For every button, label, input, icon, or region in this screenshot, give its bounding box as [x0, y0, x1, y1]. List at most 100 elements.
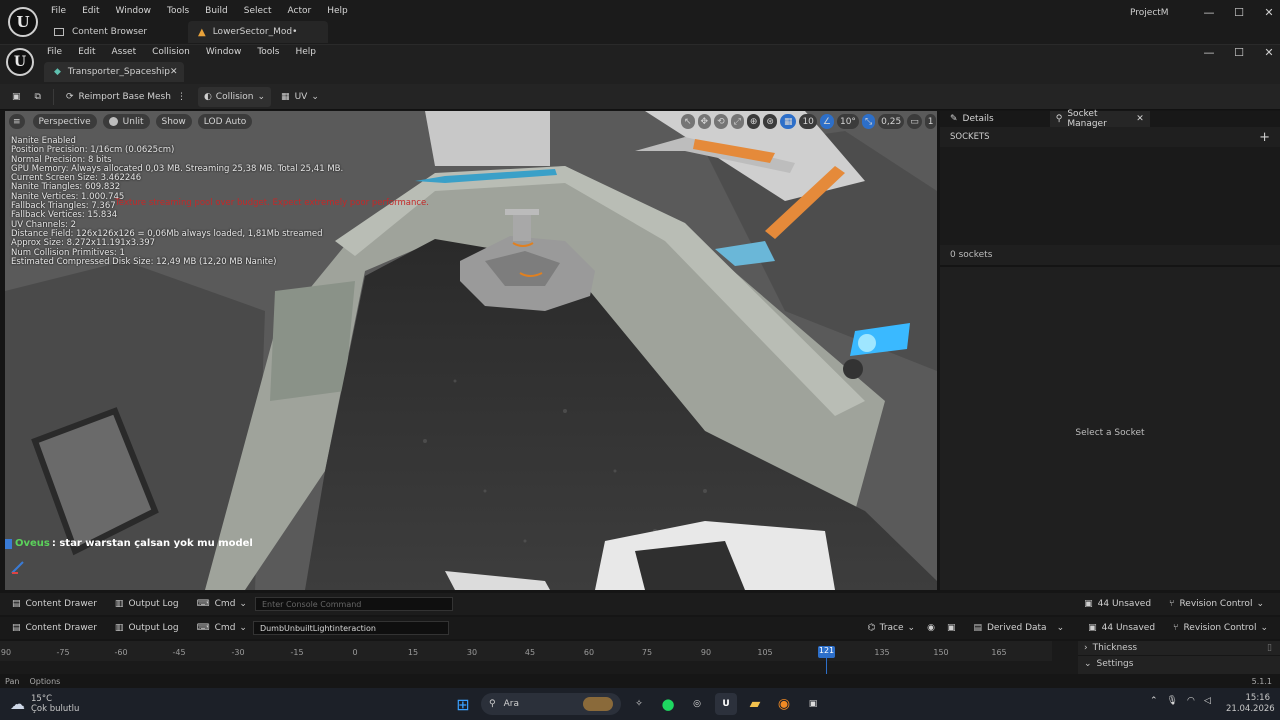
- close-icon[interactable]: ✕: [1254, 6, 1280, 19]
- menu-select[interactable]: Select: [244, 6, 272, 16]
- menu-help[interactable]: Help: [327, 6, 348, 16]
- camera-speed-value[interactable]: 1: [924, 114, 937, 129]
- cmd-dropdown[interactable]: ⌨ Cmd ⌄: [191, 623, 253, 633]
- output-log-label: Output Log: [128, 599, 179, 609]
- drawer-icon: ▤: [12, 599, 21, 609]
- menu-edit[interactable]: Edit: [78, 47, 95, 57]
- menu-window[interactable]: Window: [116, 6, 152, 16]
- close-tab-icon[interactable]: ✕: [170, 67, 178, 77]
- blender-icon[interactable]: ◉: [773, 693, 795, 715]
- maximize-icon[interactable]: ☐: [1224, 6, 1254, 19]
- socket-list[interactable]: [940, 147, 1280, 245]
- widgets-icon[interactable]: ✧: [628, 693, 650, 715]
- minimize-icon[interactable]: —: [1194, 6, 1224, 19]
- surface-snap-icon[interactable]: ⊛: [763, 114, 777, 129]
- lod-button[interactable]: LOD Auto: [197, 114, 253, 129]
- rotation-snap-value[interactable]: 10°: [836, 114, 859, 129]
- file-explorer-icon[interactable]: ▰: [744, 693, 766, 715]
- unreal-taskbar-icon[interactable]: U: [715, 693, 737, 715]
- volume-icon[interactable]: ◁: [1204, 696, 1211, 706]
- menu-tools[interactable]: Tools: [257, 47, 279, 57]
- mesh-viewport[interactable]: ≡ Perspective Unlit Show LOD Auto ↖ ✥ ⟲ …: [5, 111, 937, 590]
- hamburger-menu-icon[interactable]: ≡: [9, 114, 25, 129]
- grid-snap-value[interactable]: 10: [799, 114, 817, 129]
- save-icon[interactable]: ▣: [6, 87, 27, 107]
- select-icon[interactable]: ↖: [681, 114, 695, 129]
- minimize-icon[interactable]: —: [1194, 46, 1224, 59]
- reimport-button[interactable]: ⟳ Reimport Base Mesh ⋮: [60, 87, 192, 107]
- sequencer-timeline[interactable]: 90 -75 -60 -45 -30 -15 0 15 30 45 60 75 …: [0, 641, 1280, 674]
- lock-icon[interactable]: ▯: [1267, 643, 1272, 653]
- browse-icon[interactable]: ⧉: [29, 87, 47, 107]
- track-settings[interactable]: ⌄ Settings: [1078, 656, 1280, 671]
- tab-details[interactable]: ✎ Details: [944, 111, 1000, 127]
- rotate-icon[interactable]: ⟲: [714, 114, 728, 129]
- content-drawer-button[interactable]: ▤ Content Drawer: [6, 623, 103, 633]
- cmd-dropdown[interactable]: ⌨ Cmd ⌄: [191, 599, 253, 609]
- tab-asset[interactable]: ◆ Transporter_Spaceship ✕: [44, 62, 184, 82]
- revision-control-label: Revision Control: [1179, 599, 1253, 609]
- playhead-frame[interactable]: 121: [818, 646, 835, 658]
- menu-edit[interactable]: Edit: [82, 6, 99, 16]
- menu-asset[interactable]: Asset: [112, 47, 137, 57]
- world-space-icon[interactable]: ⊕: [746, 114, 761, 129]
- grid-snap-icon[interactable]: ▦: [779, 114, 797, 129]
- unsaved-button[interactable]: ▣ 44 Unsaved: [1078, 599, 1157, 609]
- derived-data-dropdown[interactable]: ▤ Derived Data ⌄: [967, 623, 1070, 633]
- clock[interactable]: 15:16 21.04.2026: [1226, 693, 1275, 715]
- revision-control-button[interactable]: ⑂ Revision Control ⌄: [1163, 599, 1270, 609]
- unreal-logo-icon[interactable]: U: [8, 7, 38, 37]
- maximize-icon[interactable]: ☐: [1224, 46, 1254, 59]
- streaming-warning: Texture streaming pool over budget. Expe…: [115, 198, 429, 208]
- console-input[interactable]: Enter Console Command: [254, 597, 453, 611]
- output-log-button[interactable]: ▥ Output Log: [109, 599, 185, 609]
- screenshot-icon[interactable]: ▣: [941, 623, 962, 633]
- more-options-icon[interactable]: ⋮: [177, 92, 186, 102]
- rotation-snap-icon[interactable]: ∠: [819, 114, 834, 129]
- console-input[interactable]: DumbUnbuiltLightinteraction: [252, 621, 449, 635]
- menu-help[interactable]: Help: [295, 47, 316, 57]
- menu-file[interactable]: File: [51, 6, 66, 16]
- menu-window[interactable]: Window: [206, 47, 242, 57]
- chevron-up-icon[interactable]: ⌃: [1150, 696, 1158, 706]
- menu-file[interactable]: File: [47, 47, 62, 57]
- close-icon[interactable]: ✕: [1254, 46, 1280, 59]
- add-socket-icon[interactable]: +: [1259, 130, 1270, 145]
- menu-actor[interactable]: Actor: [288, 6, 312, 16]
- output-log-button[interactable]: ▥ Output Log: [109, 623, 185, 633]
- spotify-icon[interactable]: ●: [657, 693, 679, 715]
- camera-speed-icon[interactable]: ▭: [907, 114, 922, 129]
- menu-build[interactable]: Build: [205, 6, 228, 16]
- taskbar-search[interactable]: ⚲ Ara: [481, 693, 621, 715]
- scale-icon[interactable]: ⤢: [730, 114, 744, 129]
- move-icon[interactable]: ✥: [697, 114, 712, 129]
- track-thickness[interactable]: › Thickness ▯: [1078, 641, 1280, 656]
- show-button[interactable]: Show: [155, 114, 192, 129]
- collision-dropdown[interactable]: ◐ Collision ⌄: [197, 86, 272, 107]
- tab-level[interactable]: ▲ LowerSector_Mod•: [188, 21, 328, 43]
- trace-dropdown[interactable]: ⌬ Trace ⌄: [862, 623, 921, 633]
- tab-socket-manager[interactable]: ⚲ Socket Manager ✕: [1049, 109, 1150, 129]
- tab-content-browser[interactable]: Content Browser: [44, 21, 157, 43]
- close-tab-icon[interactable]: ✕: [1136, 114, 1144, 124]
- perspective-button[interactable]: Perspective: [32, 114, 97, 129]
- menu-tools[interactable]: Tools: [167, 6, 189, 16]
- uv-dropdown[interactable]: ▦ UV ⌄: [275, 87, 325, 107]
- uv-label: UV: [294, 91, 308, 102]
- scale-snap-value[interactable]: 0,25: [878, 114, 905, 129]
- app-icon[interactable]: ▣: [802, 693, 824, 715]
- menu-collision[interactable]: Collision: [152, 47, 190, 57]
- unreal-logo-icon[interactable]: U: [6, 48, 34, 76]
- revision-control-button[interactable]: ⑂ Revision Control ⌄: [1167, 623, 1274, 633]
- github-icon[interactable]: ◎: [686, 693, 708, 715]
- record-icon[interactable]: ◉: [921, 623, 941, 633]
- wifi-icon[interactable]: ◠: [1187, 696, 1195, 706]
- weather-widget[interactable]: ☁ 15°C Çok bulutlu: [10, 694, 79, 714]
- windows-start-icon[interactable]: ⊞: [452, 693, 474, 715]
- timeline-ruler[interactable]: 90 -75 -60 -45 -30 -15 0 15 30 45 60 75 …: [0, 641, 1052, 674]
- unsaved-button[interactable]: ▣ 44 Unsaved: [1082, 623, 1161, 633]
- scale-snap-icon[interactable]: ⤡: [861, 114, 876, 129]
- content-drawer-button[interactable]: ▤ Content Drawer: [6, 599, 103, 609]
- microphone-icon[interactable]: 🎙: [1167, 696, 1178, 706]
- lit-mode-button[interactable]: Unlit: [102, 114, 150, 129]
